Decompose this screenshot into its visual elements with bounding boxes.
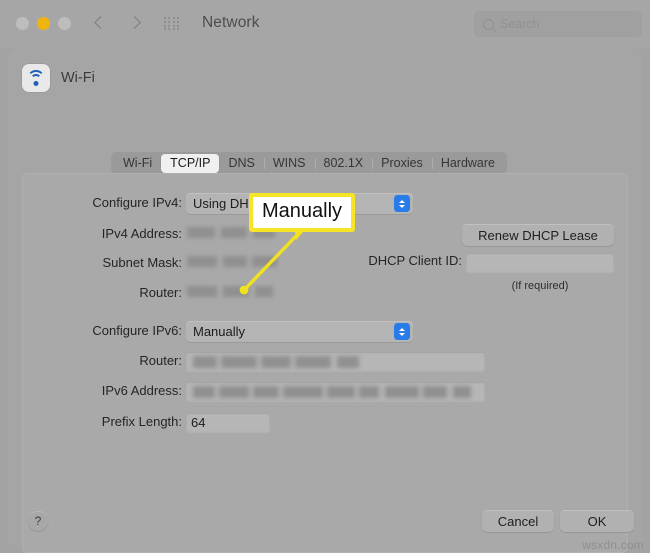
ipv4-router-label-wrap: Router: (22, 285, 182, 300)
window-titlebar: Network Search (0, 0, 650, 48)
ipv6-address-label-wrap: IPv6 Address: (22, 383, 182, 398)
configure-ipv6-select[interactable]: Manually (186, 321, 413, 342)
subnet-mask-label-wrap: Subnet Mask: (22, 255, 183, 270)
zoom-button[interactable] (58, 17, 71, 30)
tab-hardware[interactable]: Hardware (431, 154, 504, 173)
prefix-length-input[interactable]: 64 (186, 413, 270, 432)
interface-header: Wi-Fi (22, 64, 95, 92)
dhcp-client-id-input[interactable] (466, 253, 614, 272)
subnet-mask-value (187, 255, 287, 268)
minimize-button[interactable] (37, 17, 50, 30)
tab-8021x[interactable]: 802.1X (314, 154, 373, 173)
ipv6-router-input[interactable] (186, 352, 485, 371)
dhcp-client-id-label-wrap: DHCP Client ID: (347, 253, 462, 268)
chevron-right-icon[interactable] (126, 13, 142, 33)
grid-apps-icon[interactable] (164, 17, 180, 31)
network-preferences-window: Network Search Wi-Fi Wi-Fi TCP/IP DNS WI… (0, 0, 650, 553)
prefix-length-label-wrap: Prefix Length: (22, 414, 182, 429)
dhcp-client-id-hint: (If required) (511, 280, 569, 292)
dhcp-client-id-label: DHCP Client ID: (368, 253, 462, 268)
renew-dhcp-lease-button[interactable]: Renew DHCP Lease (462, 224, 614, 246)
window-controls (16, 17, 71, 30)
ipv4-router-label: Router: (139, 285, 182, 300)
ipv6-address-label: IPv6 Address: (101, 383, 182, 398)
ipv4-address-label-wrap: IPv4 Address: (22, 226, 182, 241)
ipv6-address-input[interactable] (186, 382, 485, 401)
configure-ipv6-value: Manually (193, 324, 246, 339)
dhcp-client-id-hint-wrap: (If required) (466, 276, 614, 294)
chevron-left-icon[interactable] (92, 13, 108, 33)
ipv4-address-label: IPv4 Address: (101, 226, 182, 241)
interface-name-label: Wi-Fi (61, 70, 95, 86)
tab-wifi[interactable]: Wi-Fi (114, 154, 161, 173)
ipv6-router-label-wrap: Router: (22, 353, 182, 368)
annotation-callout-text: Manually (262, 200, 343, 222)
chevron-updown-icon-ipv6[interactable] (394, 323, 410, 340)
search-input[interactable]: Search (474, 11, 642, 37)
annotation-callout: Manually (249, 193, 356, 232)
configure-ipv6-label-wrap: Configure IPv6: (22, 323, 182, 338)
prefix-length-value: 64 (191, 415, 206, 430)
ipv6-router-value (191, 354, 485, 369)
chevron-updown-icon[interactable] (394, 195, 410, 212)
search-placeholder: Search (500, 17, 540, 31)
ipv4-router-value (187, 285, 283, 298)
cancel-button[interactable]: Cancel (482, 510, 554, 532)
ok-button[interactable]: OK (560, 510, 634, 532)
help-button[interactable]: ? (28, 511, 48, 531)
network-settings-sheet: Wi-Fi Wi-Fi TCP/IP DNS WINS 802.1X Proxi… (8, 48, 642, 553)
watermark: wsxdn.com (582, 538, 644, 552)
ipv6-router-label: Router: (139, 353, 182, 368)
page-title: Network (202, 14, 260, 31)
prefix-length-label: Prefix Length: (101, 414, 182, 429)
tab-tcpip[interactable]: TCP/IP (161, 153, 220, 173)
tab-proxies[interactable]: Proxies (372, 154, 432, 173)
tab-wins[interactable]: WINS (263, 154, 315, 173)
ipv6-address-value (191, 384, 485, 399)
navigation-controls (92, 13, 142, 33)
subnet-mask-label: Subnet Mask: (102, 255, 183, 270)
tab-dns[interactable]: DNS (219, 154, 263, 173)
configure-ipv4-label-wrap: Configure IPv4: (22, 195, 182, 210)
configure-ipv4-label: Configure IPv4: (92, 195, 182, 210)
wifi-icon (22, 64, 50, 92)
settings-tabbar: Wi-Fi TCP/IP DNS WINS 802.1X Proxies Har… (111, 152, 507, 174)
configure-ipv6-label: Configure IPv6: (92, 323, 182, 338)
close-button[interactable] (16, 17, 29, 30)
search-icon (483, 18, 494, 30)
